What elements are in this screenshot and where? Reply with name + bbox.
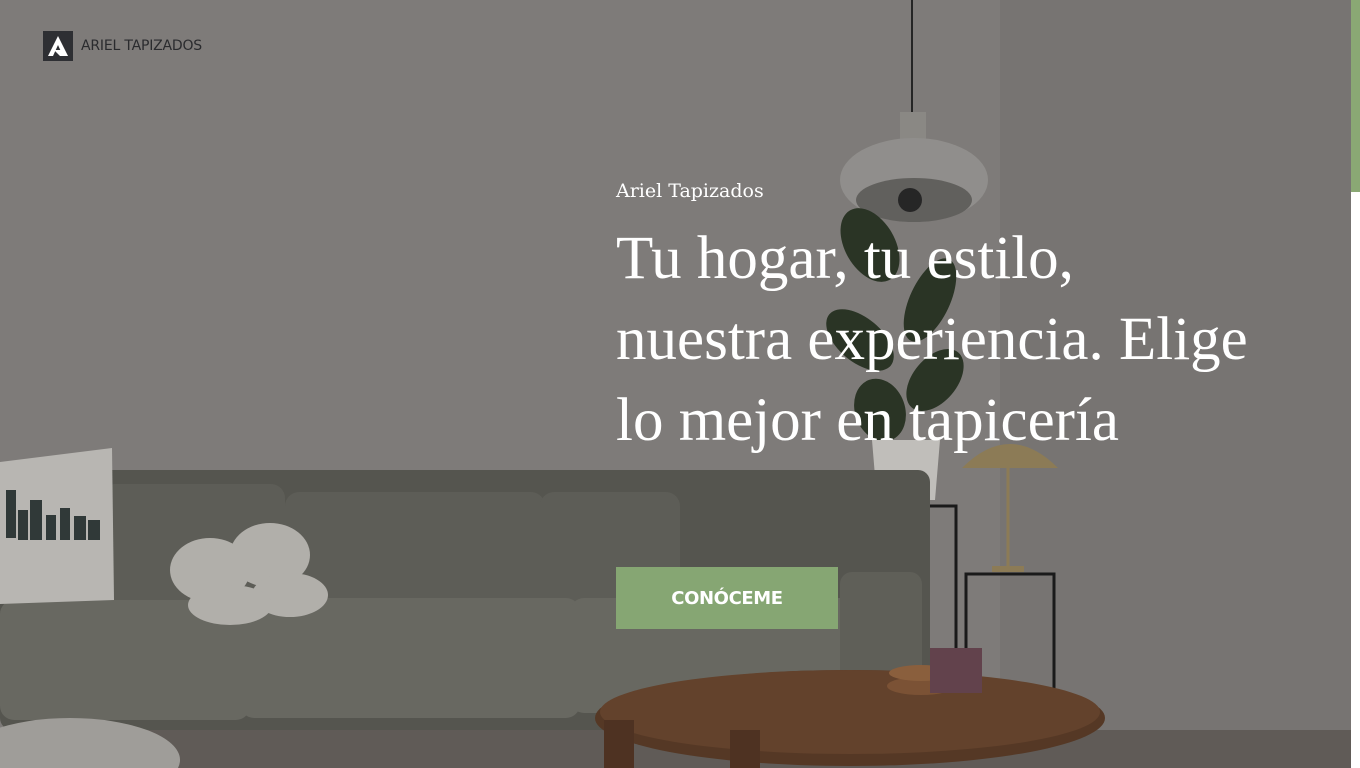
hero-content: Ariel Tapizados Tu hogar, tu estilo, nue… bbox=[616, 180, 1256, 461]
brand-name: ARIEL TAPIZADOS bbox=[81, 38, 202, 54]
conoceme-button[interactable]: CONÓCEME bbox=[616, 567, 838, 629]
ariel-a-logo-icon bbox=[43, 31, 73, 61]
hero-headline: Tu hogar, tu estilo, nuestra experiencia… bbox=[616, 225, 1248, 454]
brand-logo[interactable]: ARIEL TAPIZADOS bbox=[43, 31, 202, 61]
page-scrollbar[interactable] bbox=[1351, 0, 1360, 768]
scrollbar-thumb[interactable] bbox=[1351, 0, 1360, 192]
hero-eyebrow: Ariel Tapizados bbox=[616, 180, 764, 202]
